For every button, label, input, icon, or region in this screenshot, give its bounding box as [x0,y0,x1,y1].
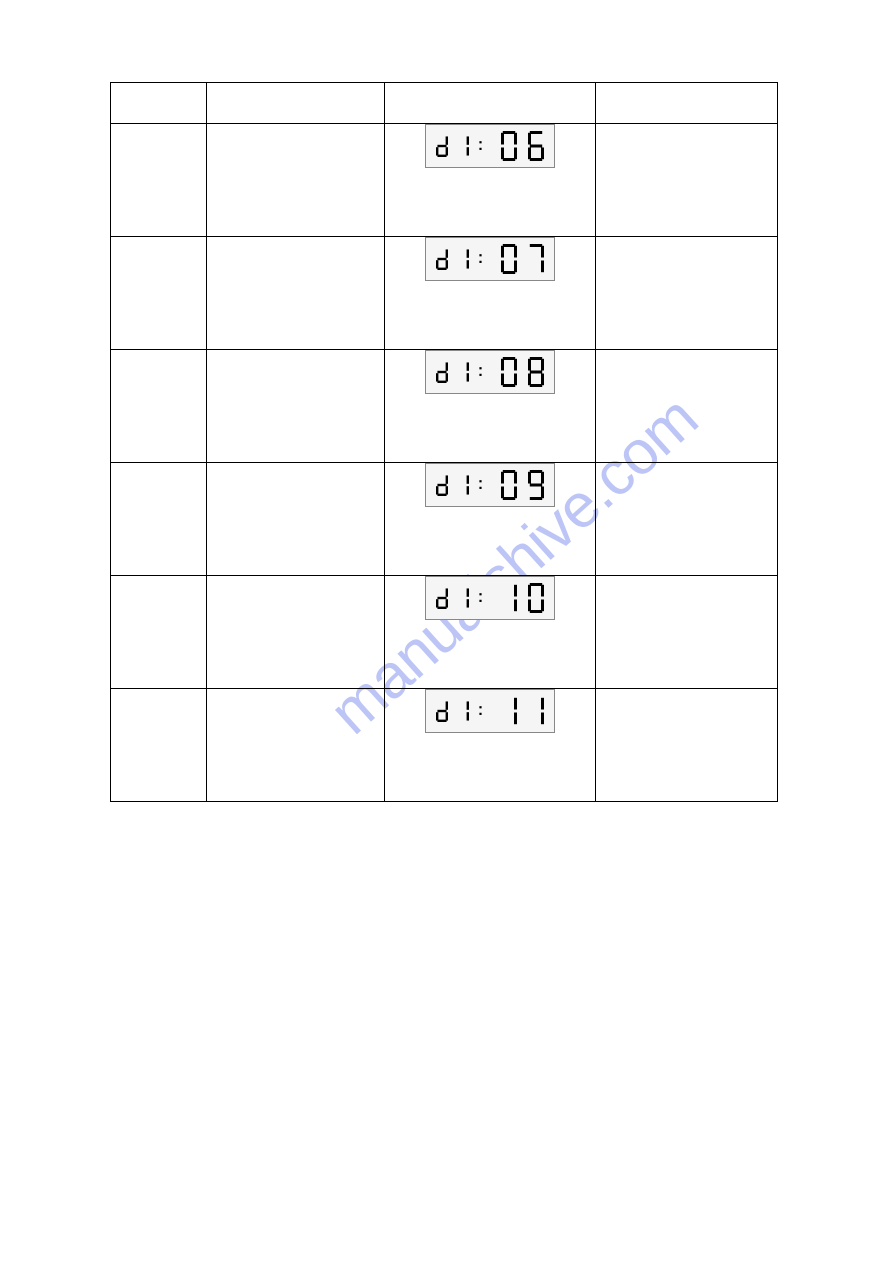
header-cell-1 [111,83,207,124]
lcd-display [425,689,555,733]
lcd-display [425,576,555,620]
table-row [111,350,778,463]
cell [596,689,778,802]
lcd-display [425,124,555,168]
data-table [110,82,778,802]
cell [206,689,385,802]
table-row [111,237,778,350]
cell [206,350,385,463]
lcd-cell [385,689,596,802]
cell [596,124,778,237]
cell [111,237,207,350]
lcd-display [425,237,555,281]
lcd-cell [385,237,596,350]
cell [596,576,778,689]
lcd-display [425,350,555,394]
lcd-display [425,463,555,507]
cell [206,576,385,689]
cell [596,350,778,463]
header-cell-2 [206,83,385,124]
table-row [111,463,778,576]
lcd-cell [385,350,596,463]
header-cell-4 [596,83,778,124]
cell [206,124,385,237]
cell [111,576,207,689]
cell [111,350,207,463]
cell [206,237,385,350]
lcd-cell [385,576,596,689]
table-header-row [111,83,778,124]
header-cell-3 [385,83,596,124]
table-row [111,689,778,802]
cell [206,463,385,576]
cell [596,463,778,576]
cell [596,237,778,350]
table-row [111,124,778,237]
cell [111,463,207,576]
main-table-container [110,82,778,802]
table-row [111,576,778,689]
lcd-cell [385,124,596,237]
lcd-cell [385,463,596,576]
cell [111,124,207,237]
cell [111,689,207,802]
